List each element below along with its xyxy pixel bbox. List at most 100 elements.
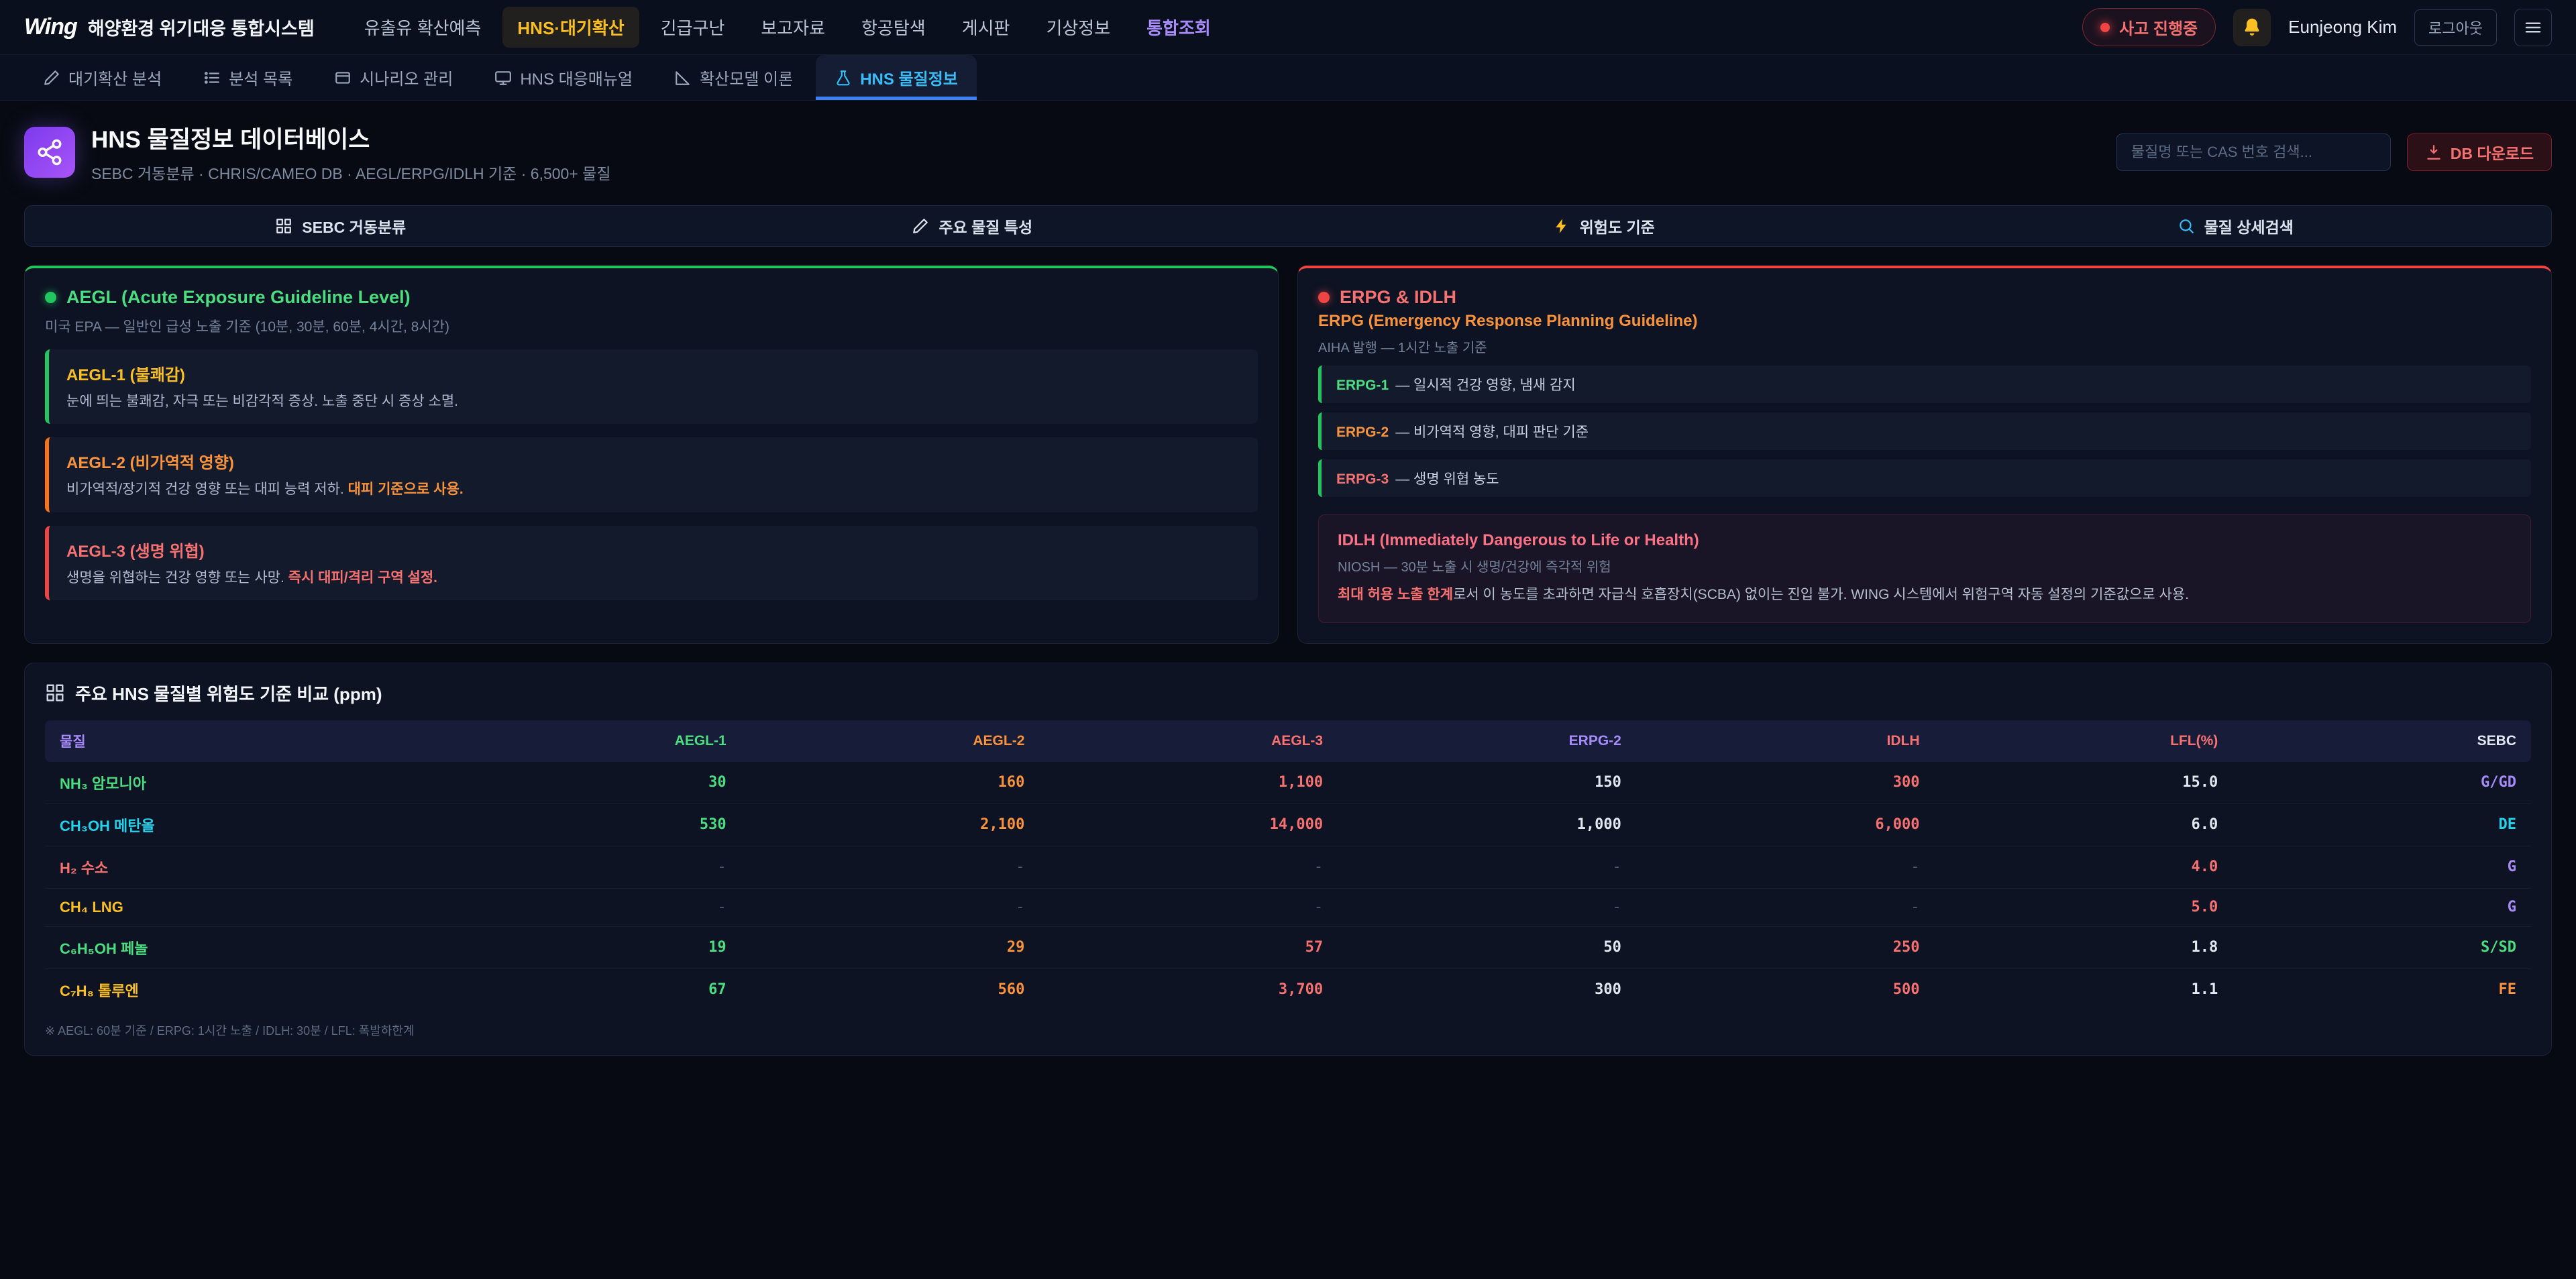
table-row: CH₄ LNG-----5.0G (45, 888, 2531, 926)
search-icon (2178, 217, 2195, 235)
table-grid-icon (45, 683, 65, 703)
erpg-heading: ERPG (Emergency Response Planning Guidel… (1318, 312, 2531, 331)
user-name: Eunjeong Kim (2288, 17, 2397, 38)
erpg-row-text: — 일시적 건강 영향, 냄새 감지 (1395, 378, 1576, 393)
col-header-8: SEBC (2233, 720, 2531, 762)
db-download-label: DB 다운로드 (2451, 141, 2534, 164)
sub-tabbar: 대기확산 분석 분석 목록 시나리오 관리 HNS 대응매뉴얼 확산모델 이론HNS 물… (0, 55, 2576, 101)
nav-item-7[interactable]: 기상정보 (1031, 7, 1125, 48)
hamburger-menu-button[interactable] (2514, 9, 2552, 46)
subtab-1[interactable]: 대기확산 분석 (24, 55, 180, 100)
value-cell: 1,000 (1338, 803, 1636, 846)
subtab-label: HNS 대응매뉴얼 (520, 66, 633, 89)
nav-item-5[interactable]: 항공탐색 (847, 7, 941, 48)
subtab-4[interactable]: HNS 대응매뉴얼 (476, 55, 651, 100)
logout-button[interactable]: 로그아웃 (2414, 9, 2497, 46)
bell-icon (2241, 17, 2263, 38)
aegl-level-description: 생명을 위협하는 건강 영향 또는 사망. 즉시 대피/격리 구역 설정. (66, 568, 1240, 588)
subtab-label: 시나리오 관리 (360, 66, 453, 89)
incident-status-label: 사고 진행중 (2119, 15, 2198, 39)
erpg-idlh-panel: ERPG & IDLH ERPG (Emergency Response Pla… (1297, 266, 2552, 644)
hns-comparison-panel: 주요 HNS 물질별 위험도 기준 비교 (ppm) 물질AEGL-1AEGL-… (24, 663, 2552, 1056)
section-tab-label: 주요 물질 특성 (938, 215, 1032, 237)
db-download-button[interactable]: DB 다운로드 (2407, 133, 2552, 171)
aegl-panel-subtitle: 미국 EPA — 일반인 급성 노출 기준 (10분, 30분, 60분, 4시… (45, 316, 1258, 336)
value-cell: - (1039, 888, 1338, 926)
idlh-subtitle: NIOSH — 30분 노출 시 생명/건강에 즉각적 위험 (1338, 556, 2512, 575)
value-cell: 67 (443, 968, 741, 1011)
menu-icon (2523, 17, 2543, 38)
erpg-row-label: ERPG-3 (1336, 471, 1389, 487)
nav-item-4[interactable]: 보고자료 (746, 7, 840, 48)
subtab-6[interactable]: HNS 물질정보 (816, 55, 977, 100)
criteria-panels: AEGL (Acute Exposure Guideline Level) 미국… (24, 266, 2552, 644)
table-title: 주요 HNS 물질별 위험도 기준 비교 (ppm) (45, 681, 2531, 706)
value-cell: 30 (443, 762, 741, 804)
value-cell: - (443, 846, 741, 888)
col-header-2: AEGL-1 (443, 720, 741, 762)
table-row: C₇H₈ 톨루엔675603,7003005001.1FE (45, 968, 2531, 1011)
monitor-icon (494, 69, 512, 87)
idlh-description: 최대 허용 노출 한계로서 이 농도를 초과하면 자급식 호흡장치(SCBA) … (1338, 584, 2512, 606)
value-cell: FE (2233, 968, 2531, 1011)
value-cell: 5.0 (1935, 888, 2233, 926)
incident-status-badge[interactable]: 사고 진행중 (2082, 8, 2216, 46)
nav-item-3[interactable]: 긴급구난 (646, 7, 740, 48)
aegl-level-title: AEGL-2 (비가역적 영향) (66, 449, 1240, 473)
subtab-2[interactable]: 분석 목록 (184, 55, 311, 100)
erpg-subtitle: AIHA 발행 — 1시간 노출 기준 (1318, 337, 2531, 356)
value-cell: DE (2233, 803, 2531, 846)
nav-item-1[interactable]: 유출유 확산예측 (350, 7, 496, 48)
value-cell: 19 (443, 926, 741, 968)
substance-cell: H₂ 수소 (45, 846, 443, 888)
grid-icon (275, 217, 292, 235)
subtab-3[interactable]: 시나리오 관리 (315, 55, 472, 100)
value-cell: 300 (1338, 968, 1636, 1011)
aegl-level-card-1: AEGL-1 (불쾌감)눈에 띄는 불쾌감, 자극 또는 비감각적 증상. 노출… (45, 349, 1258, 424)
value-cell: 3,700 (1039, 968, 1338, 1011)
value-cell: 6.0 (1935, 803, 2233, 846)
section-tab-1[interactable]: SEBC 거동분류 (25, 206, 657, 246)
page-title: HNS 물질정보 데이터베이스 (91, 121, 610, 155)
substance-search-input[interactable] (2116, 133, 2391, 171)
subtab-label: 대기확산 분석 (68, 66, 162, 89)
value-cell: 150 (1338, 762, 1636, 804)
red-dot-icon (1318, 292, 1330, 303)
nav-item-2[interactable]: HNS·대기확산 (502, 7, 639, 48)
flask-icon (835, 69, 852, 87)
topnav-right: 사고 진행중 Eunjeong Kim 로그아웃 (2082, 8, 2552, 46)
value-cell: 2,100 (741, 803, 1040, 846)
erpg-panel-title: ERPG & IDLH (1318, 287, 2531, 308)
value-cell: - (741, 888, 1040, 926)
section-tab-4[interactable]: 물질 상세검색 (1920, 206, 2552, 246)
erpg-rows: ERPG-1— 일시적 건강 영향, 냄새 감지ERPG-2— 비가역적 영향,… (1318, 366, 2531, 497)
aegl-cards: AEGL-1 (불쾌감)눈에 띄는 불쾌감, 자극 또는 비감각적 증상. 노출… (45, 349, 1258, 600)
col-header-4: AEGL-3 (1039, 720, 1338, 762)
section-tab-label: SEBC 거동분류 (302, 215, 406, 237)
value-cell: 300 (1636, 762, 1935, 804)
download-icon (2425, 144, 2443, 161)
value-cell: 1.8 (1935, 926, 2233, 968)
section-tab-2[interactable]: 주요 물질 특성 (657, 206, 1289, 246)
page-icon (24, 127, 75, 178)
alert-dot-icon (2100, 23, 2110, 32)
col-header-7: LFL(%) (1935, 720, 2233, 762)
section-tab-label: 위험도 기준 (1580, 215, 1655, 237)
value-cell: - (443, 888, 741, 926)
erpg-row-label: ERPG-1 (1336, 378, 1389, 393)
aegl-panel-title: AEGL (Acute Exposure Guideline Level) (45, 287, 1258, 308)
app-title: 해양환경 위기대응 통합시스템 (88, 14, 315, 40)
value-cell: - (1338, 888, 1636, 926)
value-cell: 29 (741, 926, 1040, 968)
nav-item-8[interactable]: 통합조회 (1132, 7, 1226, 48)
table-head-row: 물질AEGL-1AEGL-2AEGL-3ERPG-2IDLHLFL(%)SEBC (45, 720, 2531, 762)
value-cell: 50 (1338, 926, 1636, 968)
aegl-level-card-2: AEGL-2 (비가역적 영향) 비가역적/장기적 건강 영향 또는 대피 능력 … (45, 437, 1258, 512)
subtab-5[interactable]: 확산모델 이론 (655, 55, 812, 100)
aegl-level-description: 비가역적/장기적 건강 영향 또는 대피 능력 저하. 대피 기준으로 사용. (66, 480, 1240, 500)
aegl-level-highlight: 대피 기준으로 사용. (348, 482, 464, 497)
nav-item-6[interactable]: 게시판 (947, 7, 1025, 48)
notifications-button[interactable] (2233, 9, 2271, 46)
section-tab-3[interactable]: 위험도 기준 (1288, 206, 1920, 246)
table-row: NH₃ 암모니아301601,10015030015.0G/GD (45, 762, 2531, 804)
